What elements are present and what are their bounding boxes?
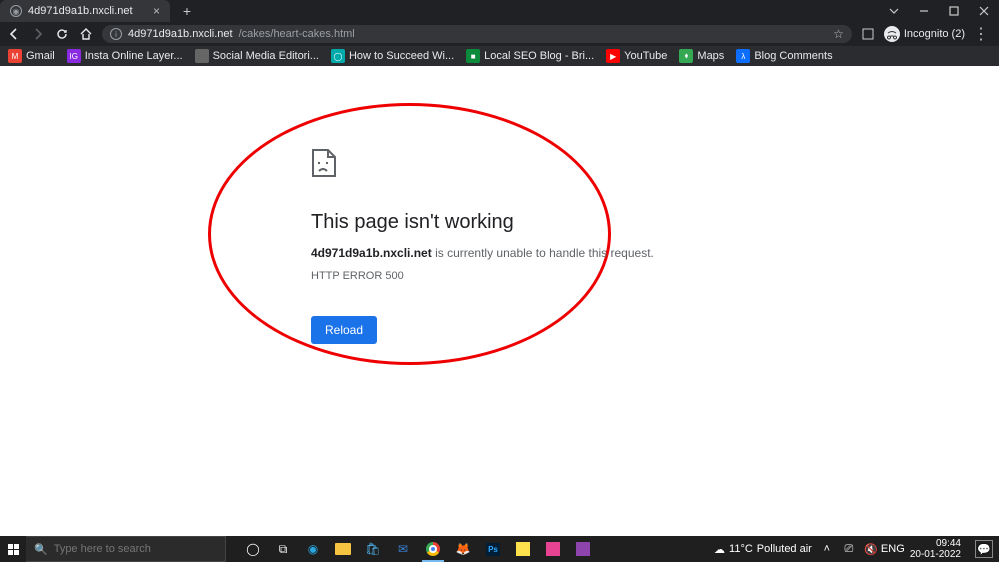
tab-active[interactable]: ◉ 4d971d9a1b.nxcli.net × (0, 0, 170, 22)
bookmark-label: Social Media Editori... (213, 50, 319, 62)
bookmark-item[interactable]: Social Media Editori... (195, 49, 319, 63)
mail-icon[interactable]: ✉ (388, 536, 418, 562)
tab-title: 4d971d9a1b.nxcli.net (28, 5, 133, 17)
bookmark-item[interactable]: ◯ How to Succeed Wi... (331, 49, 454, 63)
tab-strip: ◉ 4d971d9a1b.nxcli.net × + (0, 0, 999, 22)
incognito-icon (884, 26, 900, 42)
bookmark-item[interactable]: ▶ YouTube (606, 49, 667, 63)
toolbar-right: Incognito (2) ⋮ (860, 26, 993, 42)
ms-store-icon[interactable]: 🛍 (358, 536, 388, 562)
error-message-suffix: is currently unable to handle this reque… (432, 246, 654, 260)
error-message: 4d971d9a1b.nxcli.net is currently unable… (311, 246, 731, 260)
photoshop-icon[interactable]: Ps (478, 536, 508, 562)
home-icon[interactable] (78, 26, 94, 42)
bookmark-label: Local SEO Blog - Bri... (484, 50, 594, 62)
bookmark-favicon: ■ (466, 49, 480, 63)
firefox-icon[interactable]: 🦊 (448, 536, 478, 562)
file-explorer-icon[interactable] (328, 536, 358, 562)
cortana-icon[interactable]: ◯ (238, 536, 268, 562)
bookmarks-bar: M Gmail IG Insta Online Layer... Social Medi… (0, 46, 999, 66)
task-view-icon[interactable]: ⧉ (268, 536, 298, 562)
url-path: /cakes/heart-cakes.html (239, 28, 355, 40)
weather-widget[interactable]: ☁ 11°C Polluted air (714, 543, 812, 556)
bookmark-label: How to Succeed Wi... (349, 50, 454, 62)
incognito-indicator[interactable]: Incognito (2) (884, 26, 965, 42)
action-center-icon[interactable]: 💬 (975, 540, 993, 558)
bookmark-item[interactable]: ⬧ Maps (679, 49, 724, 63)
chrome-icon[interactable] (418, 536, 448, 562)
favicon-globe-icon: ◉ (10, 5, 22, 17)
minimize-icon[interactable] (909, 0, 939, 22)
url-host: 4d971d9a1b.nxcli.net (128, 28, 233, 40)
bookmark-label: Maps (697, 50, 724, 62)
window-dropdown-icon[interactable] (879, 0, 909, 22)
extension-icon[interactable] (860, 26, 876, 42)
close-tab-icon[interactable]: × (153, 4, 160, 18)
bookmark-label: Insta Online Layer... (85, 50, 183, 62)
bookmark-label: Blog Comments (754, 50, 832, 62)
clock[interactable]: 09:44 20-01-2022 (908, 538, 963, 560)
tray-chevron-icon[interactable]: ˄ (820, 542, 834, 556)
new-tab-button[interactable]: + (178, 2, 196, 20)
system-tray: ☁ 11°C Polluted air ˄ ⎚ 🔇 ENG 09:44 20-0… (714, 538, 999, 560)
window-controls (879, 0, 999, 22)
bookmark-favicon: IG (67, 49, 81, 63)
bookmark-favicon: λ (736, 49, 750, 63)
reload-button[interactable]: Reload (311, 316, 377, 344)
language-indicator[interactable]: ENG (886, 542, 900, 556)
bookmark-item[interactable]: IG Insta Online Layer... (67, 49, 183, 63)
app-icon-1[interactable] (538, 536, 568, 562)
bookmark-label: YouTube (624, 50, 667, 62)
close-window-icon[interactable] (969, 0, 999, 22)
bookmark-favicon (195, 49, 209, 63)
bookmark-item[interactable]: λ Blog Comments (736, 49, 832, 63)
back-icon[interactable] (6, 26, 22, 42)
start-button[interactable] (0, 536, 26, 562)
error-container: This page isn't working 4d971d9a1b.nxcli… (311, 148, 731, 344)
windows-logo-icon (8, 544, 19, 555)
bookmark-favicon: ▶ (606, 49, 620, 63)
bookmark-star-icon[interactable]: ☆ (833, 27, 844, 41)
navigation-bar: i 4d971d9a1b.nxcli.net/cakes/heart-cakes… (0, 22, 999, 46)
address-bar[interactable]: i 4d971d9a1b.nxcli.net/cakes/heart-cakes… (102, 25, 852, 43)
sad-document-icon (311, 148, 337, 178)
search-input[interactable] (54, 543, 204, 555)
error-host: 4d971d9a1b.nxcli.net (311, 246, 432, 260)
bookmark-label: Gmail (26, 50, 55, 62)
browser-chrome: ◉ 4d971d9a1b.nxcli.net × + i 4d971d9a1b.… (0, 0, 999, 66)
bookmark-favicon: M (8, 49, 22, 63)
bookmark-favicon: ◯ (331, 49, 345, 63)
bookmark-favicon: ⬧ (679, 49, 693, 63)
site-info-icon[interactable]: i (110, 28, 122, 40)
incognito-label: Incognito (2) (904, 28, 965, 40)
cast-icon[interactable]: ⎚ (842, 542, 856, 556)
windows-taskbar: 🔍 ◯ ⧉ ◉ 🛍 ✉ 🦊 Ps ☁ 11°C Polluted air ˄ ⎚… (0, 536, 999, 562)
bookmark-item[interactable]: M Gmail (8, 49, 55, 63)
reload-icon[interactable] (54, 26, 70, 42)
forward-icon[interactable] (30, 26, 46, 42)
error-title: This page isn't working (311, 211, 731, 234)
search-icon: 🔍 (34, 543, 48, 556)
maximize-icon[interactable] (939, 0, 969, 22)
page-content: This page isn't working 4d971d9a1b.nxcli… (0, 66, 999, 536)
edge-icon[interactable]: ◉ (298, 536, 328, 562)
error-code: HTTP ERROR 500 (311, 270, 731, 282)
bookmark-item[interactable]: ■ Local SEO Blog - Bri... (466, 49, 594, 63)
app-icon-2[interactable] (568, 536, 598, 562)
sticky-notes-icon[interactable] (508, 536, 538, 562)
taskbar-apps: ◯ ⧉ ◉ 🛍 ✉ 🦊 Ps (238, 536, 598, 562)
weather-temp: 11°C (729, 543, 753, 555)
clock-date: 20-01-2022 (910, 549, 961, 560)
weather-cloud-icon: ☁ (714, 543, 725, 556)
weather-desc: Polluted air (757, 543, 812, 555)
volume-mute-icon[interactable]: 🔇 (864, 542, 878, 556)
clock-time: 09:44 (910, 538, 961, 549)
kebab-menu-icon[interactable]: ⋮ (973, 26, 989, 42)
taskbar-search[interactable]: 🔍 (26, 536, 226, 562)
